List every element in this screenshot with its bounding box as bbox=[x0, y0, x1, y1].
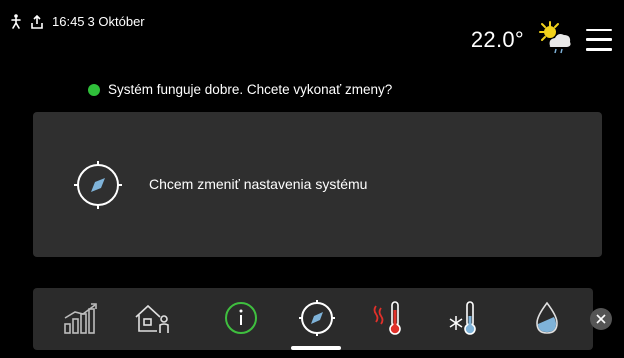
compass-icon bbox=[71, 158, 125, 217]
system-status-message: Systém funguje dobre. Chcete vykonať zme… bbox=[108, 82, 393, 97]
weather-area: 22.0° bbox=[471, 20, 612, 59]
close-icon[interactable] bbox=[590, 308, 612, 330]
cooling-thermometer-icon[interactable] bbox=[443, 296, 487, 340]
menu-icon[interactable] bbox=[586, 28, 612, 51]
heating-thermometer-icon[interactable] bbox=[368, 296, 412, 340]
partly-cloudy-icon bbox=[536, 20, 574, 59]
time: 16:45 bbox=[52, 14, 85, 29]
home-person-icon[interactable] bbox=[131, 296, 175, 340]
water-drop-icon[interactable] bbox=[525, 296, 569, 340]
system-status: Systém funguje dobre. Chcete vykonať zme… bbox=[88, 82, 392, 97]
person-icon bbox=[10, 14, 22, 29]
status-left: 16:45 3 Október bbox=[10, 14, 145, 29]
outdoor-temperature: 22.0° bbox=[470, 26, 524, 52]
bottom-nav bbox=[33, 288, 593, 350]
change-settings-label: Chcem zmeniť nastavenia systému bbox=[149, 176, 368, 192]
status-indicator-dot bbox=[88, 83, 100, 96]
change-settings-card[interactable]: Chcem zmeniť nastavenia systému bbox=[33, 112, 602, 257]
statistics-icon[interactable] bbox=[59, 296, 103, 340]
usb-icon bbox=[30, 14, 44, 29]
compass-icon[interactable] bbox=[295, 296, 339, 340]
active-tab-indicator bbox=[291, 346, 341, 350]
date: 3 Október bbox=[87, 14, 145, 29]
info-icon[interactable] bbox=[219, 296, 263, 340]
status-bar: 16:45 3 Október 22.0° bbox=[0, 0, 624, 70]
